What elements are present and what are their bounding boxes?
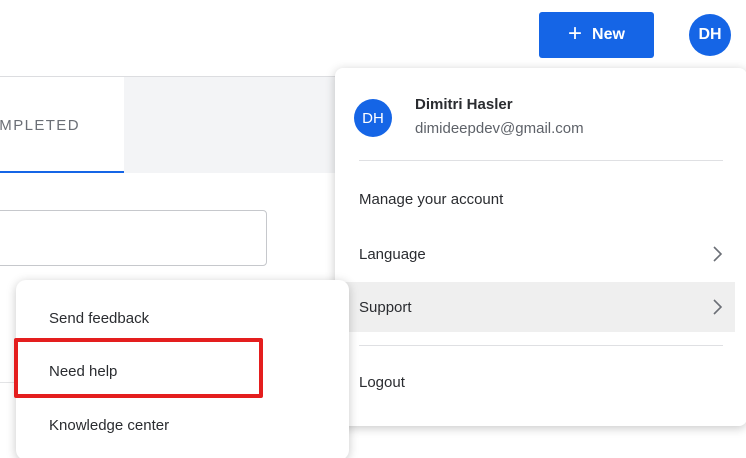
submenu-item-knowledge-center[interactable]: Knowledge center bbox=[16, 400, 349, 450]
account-user-email: dimideepdev@gmail.com bbox=[415, 120, 584, 137]
active-tab-indicator bbox=[0, 171, 124, 173]
new-button[interactable]: + New bbox=[539, 12, 654, 58]
account-user-name: Dimitri Hasler bbox=[415, 96, 513, 113]
account-avatar: DH bbox=[354, 99, 392, 137]
user-avatar-button[interactable]: DH bbox=[689, 14, 731, 56]
submenu-item-need-help[interactable]: Need help bbox=[16, 346, 349, 396]
new-button-label: New bbox=[592, 26, 625, 43]
submenu-item-send-feedback[interactable]: Send feedback bbox=[16, 293, 349, 343]
menu-item-label: Support bbox=[359, 298, 412, 316]
submenu-item-label: Knowledge center bbox=[49, 416, 170, 434]
menu-item-support[interactable]: Support bbox=[335, 282, 735, 332]
plus-icon: + bbox=[568, 20, 583, 47]
menu-item-label: Language bbox=[359, 245, 426, 263]
menu-item-logout[interactable]: Logout bbox=[335, 357, 735, 407]
app-screen: + New DH COMPLETED DH Dimitri Hasler dim… bbox=[0, 0, 746, 458]
search-input[interactable] bbox=[0, 210, 267, 266]
menu-divider bbox=[359, 160, 723, 161]
menu-item-language[interactable]: Language bbox=[335, 229, 735, 279]
submenu-item-label: Send feedback bbox=[49, 309, 150, 327]
chevron-right-icon bbox=[713, 299, 723, 315]
menu-item-label: Manage your account bbox=[359, 190, 504, 208]
chevron-right-icon bbox=[713, 246, 723, 262]
menu-item-label: Logout bbox=[359, 373, 405, 391]
support-submenu: Send feedback Need help Knowledge center bbox=[16, 280, 349, 458]
menu-item-manage-account[interactable]: Manage your account bbox=[335, 174, 735, 224]
tab-completed-label: COMPLETED bbox=[0, 116, 80, 134]
submenu-item-label: Need help bbox=[49, 362, 118, 380]
menu-divider bbox=[359, 345, 723, 346]
tab-completed[interactable]: COMPLETED bbox=[0, 77, 124, 173]
account-menu: DH Dimitri Hasler dimideepdev@gmail.com … bbox=[335, 68, 746, 426]
